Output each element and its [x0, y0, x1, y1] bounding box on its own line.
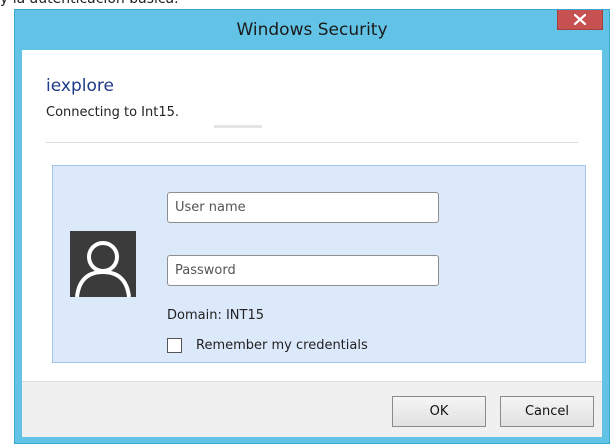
window-title: Windows Security [236, 20, 388, 40]
user-avatar-icon [70, 231, 136, 297]
title-bar[interactable]: Windows Security [15, 10, 609, 50]
password-input[interactable] [167, 255, 439, 286]
dialog-client-area: iexplore Connecting to Int15. Domain: IN… [22, 50, 602, 437]
username-input[interactable] [167, 192, 439, 223]
windows-security-dialog: Windows Security iexplore Connecting to … [14, 9, 610, 444]
screenshot-frame: y la autenticación básica. Windows Secur… [0, 0, 610, 444]
close-button[interactable] [557, 10, 603, 30]
close-icon [574, 14, 586, 25]
connection-message: Connecting to Int15. [46, 105, 180, 120]
divider-accent [214, 125, 262, 128]
ok-button[interactable]: OK [392, 396, 486, 427]
header-divider [46, 142, 578, 143]
dialog-footer: OK Cancel [22, 381, 602, 437]
cancel-button[interactable]: Cancel [500, 396, 594, 427]
credential-tile: Domain: INT15 Remember my credentials [52, 165, 586, 363]
app-name: iexplore [46, 76, 114, 96]
remember-credentials-option[interactable]: Remember my credentials [167, 336, 368, 354]
domain-label: Domain: INT15 [167, 308, 264, 323]
background-text-fragment: y la autenticación básica. [0, 0, 179, 7]
remember-credentials-checkbox[interactable] [167, 337, 182, 353]
remember-credentials-label: Remember my credentials [196, 337, 368, 353]
